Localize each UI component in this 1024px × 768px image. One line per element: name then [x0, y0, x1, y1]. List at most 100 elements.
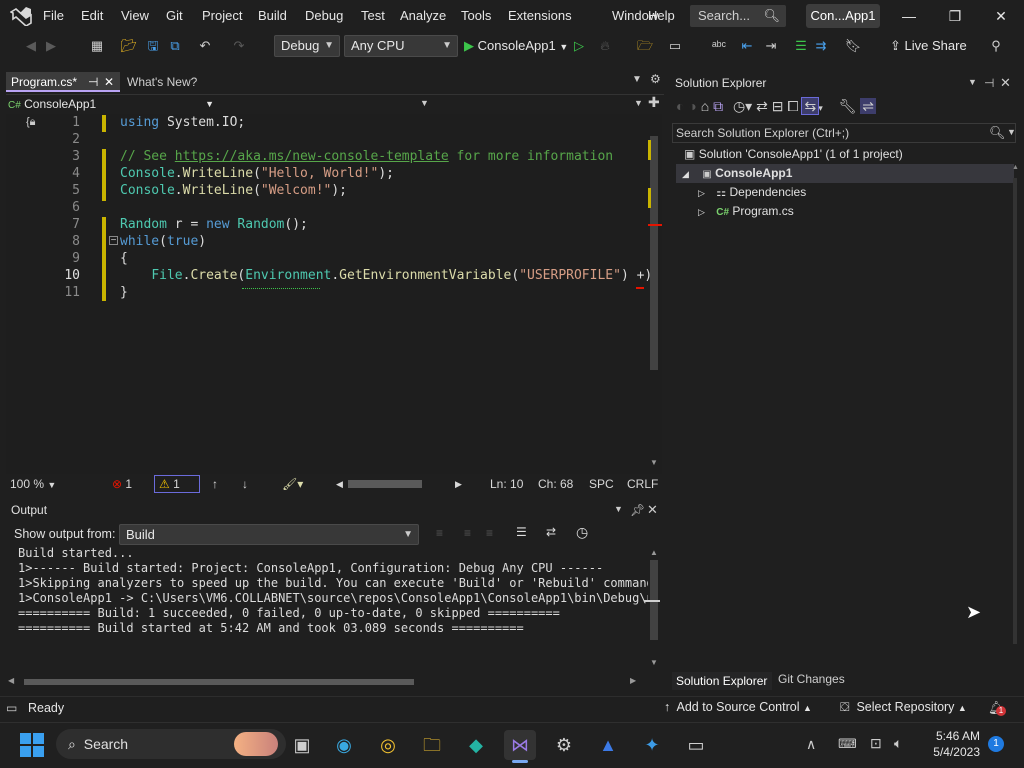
zoom-select[interactable]: 100 % ▼	[10, 474, 66, 494]
output-text[interactable]: Build started... 1>------ Build started:…	[18, 546, 648, 666]
solution-name-badge[interactable]: Con...App1	[806, 4, 880, 28]
member-nav-dropdown[interactable]: ▼	[634, 98, 643, 108]
dependencies-node[interactable]: ▷ ⚏ Dependencies	[698, 183, 806, 202]
menu-project[interactable]: Project	[202, 0, 242, 32]
warning-count[interactable]: ⚠ 1	[154, 475, 200, 493]
goto-next-message-icon[interactable]: ≡	[464, 526, 471, 540]
tab-git-changes[interactable]: Git Changes	[776, 670, 856, 690]
azure-icon[interactable]: ▲	[592, 730, 624, 760]
comment-icon[interactable]: ⇤	[738, 36, 756, 56]
output-vertical-scrollbar[interactable]: ▲ ▼	[644, 548, 660, 668]
menu-debug[interactable]: Debug	[305, 0, 343, 32]
collapse-icon[interactable]: −	[109, 236, 118, 246]
horizontal-scroll-thumb[interactable]	[348, 480, 422, 488]
uncomment-icon[interactable]: ⇥	[762, 36, 780, 56]
preview-selected-icon[interactable]: ⇌	[860, 98, 877, 114]
menu-help[interactable]: Help	[648, 0, 675, 32]
live-share-button[interactable]: ⇪ Live Share	[890, 36, 967, 56]
scroll-thumb[interactable]	[650, 136, 658, 370]
goto-prev-message-icon[interactable]: ≡	[436, 526, 443, 540]
back-icon[interactable]: ◀	[22, 36, 40, 56]
hot-reload-icon[interactable]: 🔥︎	[596, 36, 614, 56]
visual-studio-logo-icon[interactable]	[10, 6, 32, 26]
forward-icon[interactable]: ▶	[42, 36, 60, 56]
show-hidden-icons[interactable]: ∧	[806, 736, 816, 753]
menu-git[interactable]: Git	[166, 0, 183, 32]
collapse-all-icon[interactable]: ⊟	[772, 98, 784, 114]
menu-tools[interactable]: Tools	[461, 0, 491, 32]
select-repository-button[interactable]: ⛋ Select Repository ▲	[840, 700, 967, 715]
windows-start-icon[interactable]	[16, 730, 48, 760]
code-line[interactable]: while(true)	[120, 233, 206, 250]
output-options-icon[interactable]: ▼	[614, 504, 623, 514]
menu-analyze[interactable]: Analyze	[400, 0, 446, 32]
close-tab-icon[interactable]: ✕	[104, 72, 114, 92]
layout-icon[interactable]: ▭	[666, 36, 684, 56]
new-project-icon[interactable]: ▦	[88, 36, 106, 56]
feedback-icon[interactable]: ⚲	[986, 36, 1006, 56]
redo-icon[interactable]: ↷	[230, 36, 248, 56]
settings-icon[interactable]: ⚙	[548, 730, 580, 760]
line-indicator[interactable]: Ln: 10	[490, 474, 523, 494]
properties-icon[interactable]: 🔧︎	[839, 98, 857, 114]
edge-browser-icon[interactable]: ◉	[328, 730, 360, 760]
sync-icon[interactable]: ⇄	[756, 98, 768, 114]
pin-icon[interactable]: ⊣	[984, 76, 994, 90]
split-editor-icon[interactable]: ✚	[648, 94, 660, 111]
code-line[interactable]: using System.IO;	[120, 114, 245, 131]
code-line[interactable]: Console.WriteLine("Hello, World!");	[120, 165, 394, 182]
taskbar-search[interactable]: ⌕ Search	[56, 729, 286, 759]
previous-issue-icon[interactable]: ↑	[212, 474, 218, 494]
show-all-files-icon[interactable]: ⧠	[787, 98, 798, 114]
tab-whats-new[interactable]: What's New?	[122, 72, 234, 92]
code-line[interactable]: Random r = new Random();	[120, 216, 308, 233]
volume-icon[interactable]: 🔈︎	[894, 735, 902, 752]
spell-check-icon[interactable]: ᵃᵇᶜ	[710, 36, 728, 56]
type-nav-dropdown[interactable]: ▼	[420, 98, 429, 108]
code-line[interactable]: // See https://aka.ms/new-console-templa…	[120, 148, 613, 165]
close-panel-icon[interactable]: ✕	[1000, 75, 1011, 91]
menu-file[interactable]: File	[43, 0, 64, 32]
code-line[interactable]: {	[120, 250, 128, 267]
tab-program-cs[interactable]: Program.cs* ⊣ ✕	[6, 72, 120, 92]
column-indicator[interactable]: Ch: 68	[538, 474, 573, 494]
menu-edit[interactable]: Edit	[81, 0, 103, 32]
network-icon[interactable]: ⊡	[870, 735, 882, 752]
switch-views-icon[interactable]: ⧉	[713, 98, 723, 114]
terminal-icon[interactable]: ▭	[680, 730, 712, 760]
maximize-button[interactable]: ❐	[932, 0, 978, 32]
pin-icon[interactable]: ⊣	[88, 72, 98, 92]
solution-folder-icon[interactable]: 🗁	[636, 36, 654, 56]
save-icon[interactable]: 🖫	[144, 36, 162, 56]
project-node[interactable]: ◢ ▣ ConsoleApp1	[676, 164, 1014, 183]
quick-action-icon[interactable]: {🔒︎	[26, 116, 36, 129]
editor-settings-icon[interactable]: ⚙	[650, 72, 661, 86]
home-icon[interactable]: ⌂	[701, 98, 709, 114]
minimize-button[interactable]: —	[886, 0, 932, 32]
editor-vertical-scrollbar[interactable]: ▼	[648, 118, 662, 473]
window-position-icon[interactable]: ▼	[968, 77, 977, 87]
chevron-down-icon[interactable]: ▼	[1007, 127, 1016, 137]
configuration-select[interactable]: Debug ▼	[274, 35, 340, 57]
menu-extensions[interactable]: Extensions	[508, 0, 572, 32]
word-wrap-icon[interactable]: ⇄	[546, 525, 556, 539]
notification-center-badge[interactable]: 1	[988, 736, 1004, 752]
clear-all-icon[interactable]: ☰	[516, 525, 527, 539]
indent-icon[interactable]: ⇉	[812, 36, 830, 56]
code-line[interactable]: Console.WriteLine("Welcom!");	[120, 182, 347, 199]
project-nav-dropdown[interactable]: C# ConsoleApp1 ▼	[8, 96, 218, 113]
code-line[interactable]: File.Create(Environment.GetEnvironmentVa…	[120, 267, 652, 284]
back-icon[interactable]: ◐	[676, 98, 684, 114]
task-view-icon[interactable]: ▣	[286, 730, 318, 760]
start-without-debugging-icon[interactable]: ▷	[570, 36, 588, 56]
undo-icon[interactable]: ↶	[196, 36, 214, 56]
preview-icon[interactable]: ⇆	[801, 97, 820, 115]
solution-node[interactable]: ▣ Solution 'ConsoleApp1' (1 of 1 project…	[684, 145, 903, 164]
tab-solution-explorer[interactable]: Solution Explorer	[672, 670, 772, 690]
error-count[interactable]: ⊗ 1	[112, 474, 132, 494]
find-message-icon[interactable]: ≡	[486, 526, 493, 540]
chrome-icon[interactable]: ◎	[372, 730, 404, 760]
menu-build[interactable]: Build	[258, 0, 287, 32]
taskbar-clock[interactable]: 5:46 AM 5/4/2023	[922, 728, 980, 760]
solution-search-input[interactable]: Search Solution Explorer (Ctrl+;) 🔍︎ ▼	[672, 123, 1016, 143]
